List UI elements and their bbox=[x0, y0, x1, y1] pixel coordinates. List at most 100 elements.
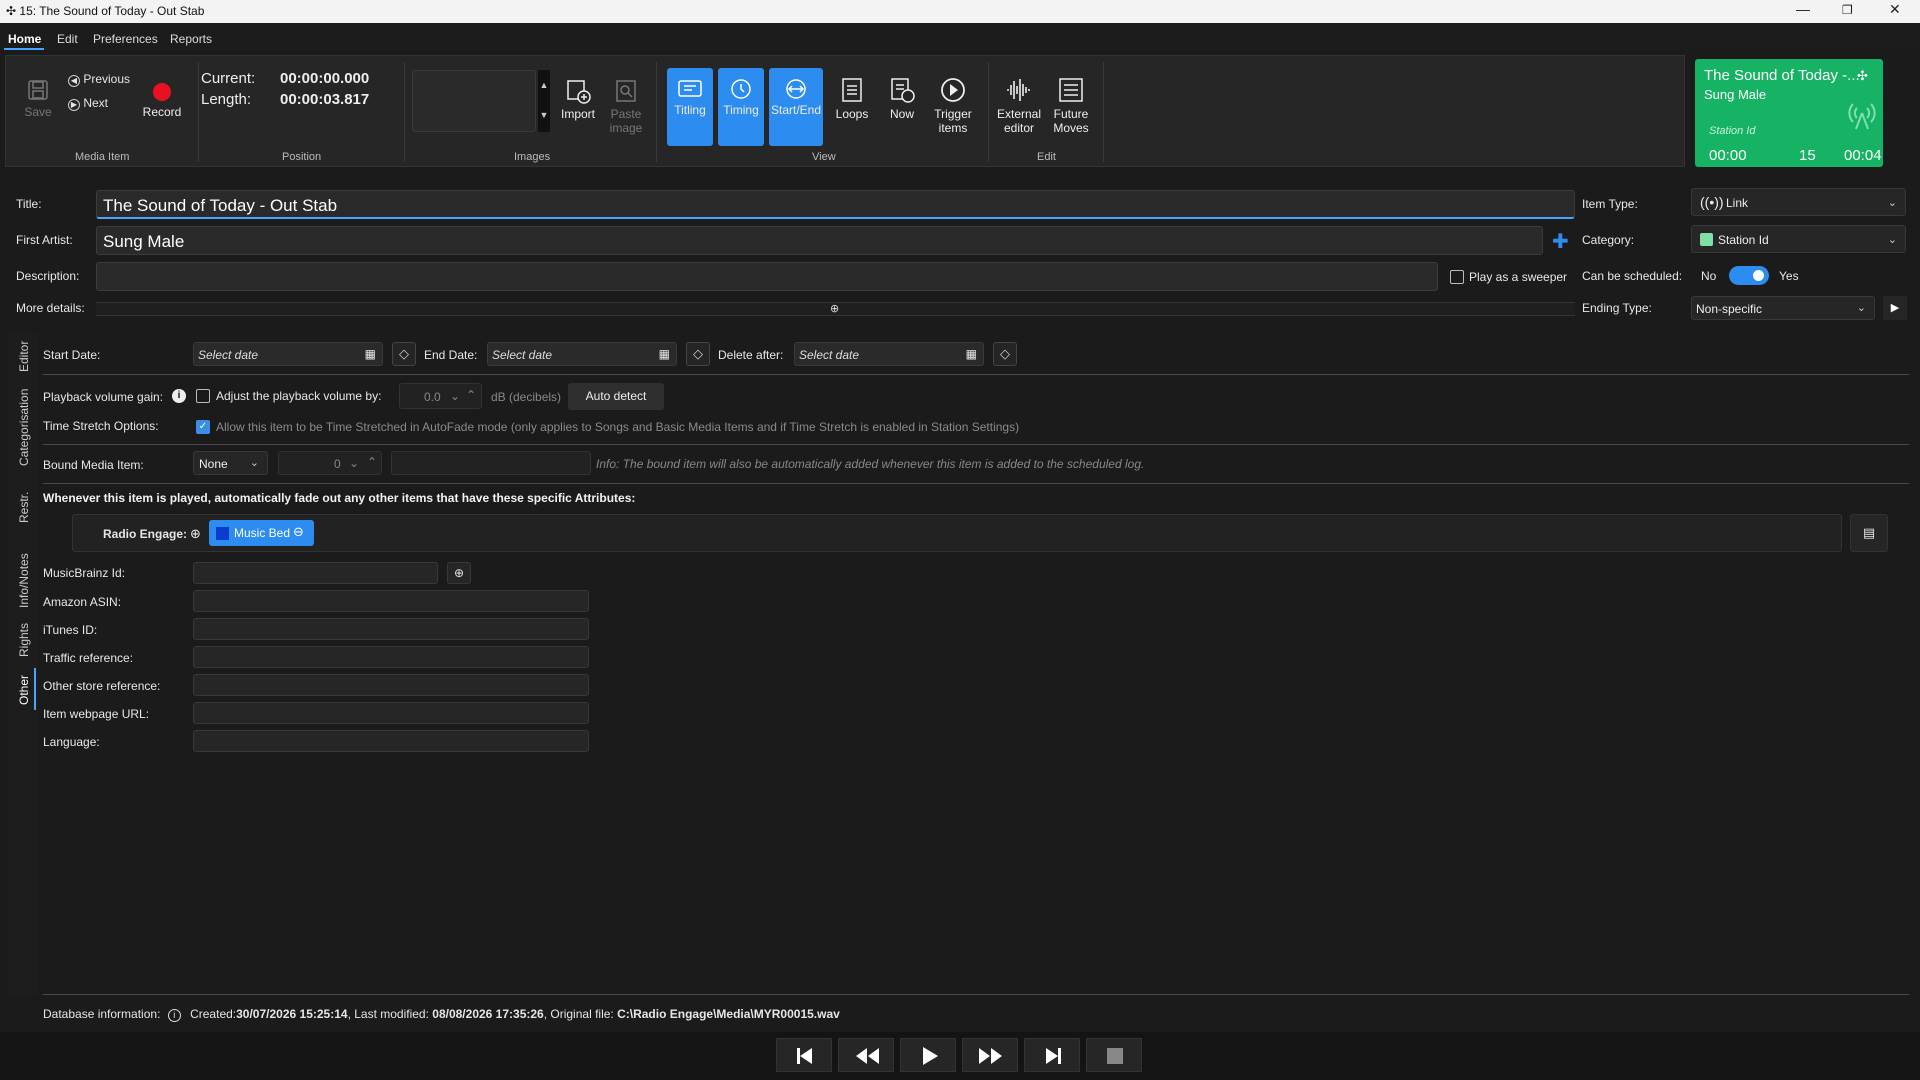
info-icon[interactable]: i bbox=[167, 1009, 181, 1022]
rewind-button[interactable] bbox=[838, 1038, 894, 1072]
add-attribute-icon[interactable]: ⊕ bbox=[190, 526, 201, 542]
now-button[interactable]: Now bbox=[882, 76, 922, 121]
bound-number-stepper[interactable]: 0 ⌄ ⌃ bbox=[278, 451, 382, 475]
info-icon[interactable]: i bbox=[172, 389, 186, 403]
play-icon: ▶ bbox=[1890, 302, 1900, 314]
clear-delete-date-icon[interactable]: ◇ bbox=[993, 342, 1017, 366]
calendar-icon[interactable]: ▦ bbox=[365, 347, 376, 361]
menu-edit[interactable]: Edit bbox=[57, 32, 78, 46]
time-stretch-checkbox[interactable]: ✓ bbox=[196, 420, 210, 434]
language-input[interactable] bbox=[193, 730, 589, 752]
future-moves-button[interactable]: Future Moves bbox=[1048, 76, 1094, 135]
play-button[interactable] bbox=[900, 1038, 956, 1072]
toggle-knob bbox=[1753, 270, 1764, 281]
item-type-dropdown[interactable]: ((•)) Link ⌄ bbox=[1691, 188, 1906, 216]
remove-tag-icon[interactable]: ⊖ bbox=[293, 524, 304, 540]
clear-end-date-icon[interactable]: ◇ bbox=[686, 342, 710, 366]
musicbrainz-input[interactable] bbox=[193, 562, 438, 584]
active-menu-underline bbox=[4, 48, 44, 50]
end-date-label: End Date: bbox=[424, 348, 478, 362]
delete-after-input[interactable]: Select date ▦ bbox=[794, 342, 984, 366]
chevron-up-icon[interactable]: ⌃ bbox=[466, 388, 476, 402]
chevron-up-icon[interactable]: ⌃ bbox=[367, 455, 377, 469]
adjust-volume-checkbox[interactable] bbox=[196, 389, 210, 403]
music-bed-tag[interactable]: Music Bed ⊖ bbox=[209, 520, 314, 546]
add-artist-icon[interactable]: ✚ bbox=[1552, 229, 1569, 254]
artist-input[interactable]: Sung Male bbox=[96, 226, 1543, 255]
expand-icon: ⊕ bbox=[830, 303, 840, 315]
menu-reports[interactable]: Reports bbox=[170, 32, 212, 46]
next-button[interactable]: ▶ Next bbox=[68, 96, 108, 111]
paste-image-button[interactable]: Paste image bbox=[604, 78, 648, 135]
import-button[interactable]: Import bbox=[556, 78, 600, 121]
more-details-label: More details: bbox=[16, 301, 85, 315]
end-date-input[interactable]: Select date ▦ bbox=[487, 342, 677, 366]
id-label-traffic: Traffic reference: bbox=[43, 651, 134, 665]
tab-other[interactable]: Other bbox=[17, 675, 31, 705]
attribute-list-icon[interactable]: ▤ bbox=[1850, 514, 1888, 552]
skip-end-button[interactable] bbox=[1024, 1038, 1080, 1072]
calendar-icon[interactable]: ▦ bbox=[659, 347, 670, 361]
window-title: ✣ 15: The Sound of Today - Out Stab bbox=[6, 4, 205, 18]
calendar-icon[interactable]: ▦ bbox=[966, 347, 977, 361]
webpage-url-input[interactable] bbox=[193, 702, 589, 724]
start-date-input[interactable]: Select date ▦ bbox=[193, 342, 383, 366]
length-label: Length: bbox=[201, 91, 252, 108]
title-label: Title: bbox=[16, 197, 42, 211]
play-ending-button[interactable]: ▶ bbox=[1883, 296, 1907, 320]
previous-button[interactable]: ◀ Previous bbox=[68, 72, 130, 87]
menu-preferences[interactable]: Preferences bbox=[93, 32, 158, 46]
timing-button[interactable]: Timing bbox=[718, 68, 764, 146]
tab-restrictions[interactable]: Restr. bbox=[17, 492, 31, 523]
schedulable-toggle[interactable] bbox=[1729, 266, 1769, 285]
tab-info-notes[interactable]: Info/Notes bbox=[17, 553, 31, 608]
web-search-icon[interactable]: ⊕ bbox=[447, 562, 471, 584]
record-button[interactable]: Record bbox=[142, 82, 182, 119]
external-editor-button[interactable]: External editor bbox=[995, 76, 1043, 135]
category-dropdown[interactable]: Station Id ⌄ bbox=[1691, 225, 1906, 253]
active-tab-indicator bbox=[34, 668, 36, 710]
start-end-button[interactable]: Start/End bbox=[769, 68, 823, 146]
minimize-button[interactable]: — bbox=[1796, 1, 1810, 17]
save-button[interactable]: Save bbox=[22, 78, 54, 119]
menu-home[interactable]: Home bbox=[8, 32, 41, 46]
image-preview[interactable] bbox=[412, 70, 536, 132]
close-button[interactable]: ✕ bbox=[1889, 1, 1901, 18]
traffic-reference-input[interactable] bbox=[193, 646, 589, 668]
description-input[interactable] bbox=[96, 262, 1438, 291]
stop-button[interactable] bbox=[1086, 1038, 1142, 1072]
chevron-down-icon: ⌄ bbox=[1887, 234, 1897, 246]
chevron-down-icon[interactable]: ⌄ bbox=[450, 389, 460, 403]
more-details-expander[interactable]: ⊕ bbox=[96, 302, 1575, 316]
bound-item-field[interactable] bbox=[391, 451, 591, 475]
chevron-down-icon[interactable]: ⌄ bbox=[349, 456, 359, 470]
gain-stepper[interactable]: 0.0 ⌄ ⌃ bbox=[399, 383, 482, 409]
chevron-down-icon: ⌄ bbox=[1856, 302, 1866, 314]
skip-start-button[interactable] bbox=[776, 1038, 832, 1072]
ending-type-dropdown[interactable]: Non-specific ⌄ bbox=[1691, 296, 1875, 320]
fast-forward-button[interactable] bbox=[962, 1038, 1018, 1072]
tab-categorisation[interactable]: Categorisation bbox=[17, 389, 31, 466]
other-store-input[interactable] bbox=[193, 674, 589, 696]
loops-button[interactable]: Loops bbox=[830, 76, 874, 121]
amazon-asin-input[interactable] bbox=[193, 590, 589, 612]
bound-type-dropdown[interactable]: None ⌄ bbox=[193, 451, 268, 475]
pin-icon[interactable]: ✣ bbox=[1857, 68, 1868, 84]
now-playing-card[interactable]: The Sound of Today -... Sung Male ✣ Stat… bbox=[1695, 59, 1883, 167]
tab-editor[interactable]: Editor bbox=[17, 341, 31, 372]
restore-button[interactable]: ❐ bbox=[1842, 3, 1853, 17]
sweeper-checkbox[interactable] bbox=[1450, 270, 1464, 284]
itunes-id-input[interactable] bbox=[193, 618, 589, 640]
image-scroller[interactable]: ▲ ▼ bbox=[538, 70, 550, 132]
bound-media-label: Bound Media Item: bbox=[43, 458, 144, 472]
loops-icon bbox=[842, 78, 862, 102]
section-divider bbox=[43, 483, 1909, 484]
titling-button[interactable]: Titling bbox=[667, 68, 713, 146]
tab-rights[interactable]: Rights bbox=[17, 623, 31, 657]
auto-detect-button[interactable]: Auto detect bbox=[568, 383, 664, 410]
trigger-items-button[interactable]: Trigger items bbox=[930, 76, 976, 135]
artist-label: First Artist: bbox=[16, 233, 73, 247]
delete-after-label: Delete after: bbox=[718, 348, 784, 362]
clear-start-date-icon[interactable]: ◇ bbox=[392, 342, 416, 366]
title-input[interactable]: The Sound of Today - Out Stab bbox=[96, 190, 1575, 219]
